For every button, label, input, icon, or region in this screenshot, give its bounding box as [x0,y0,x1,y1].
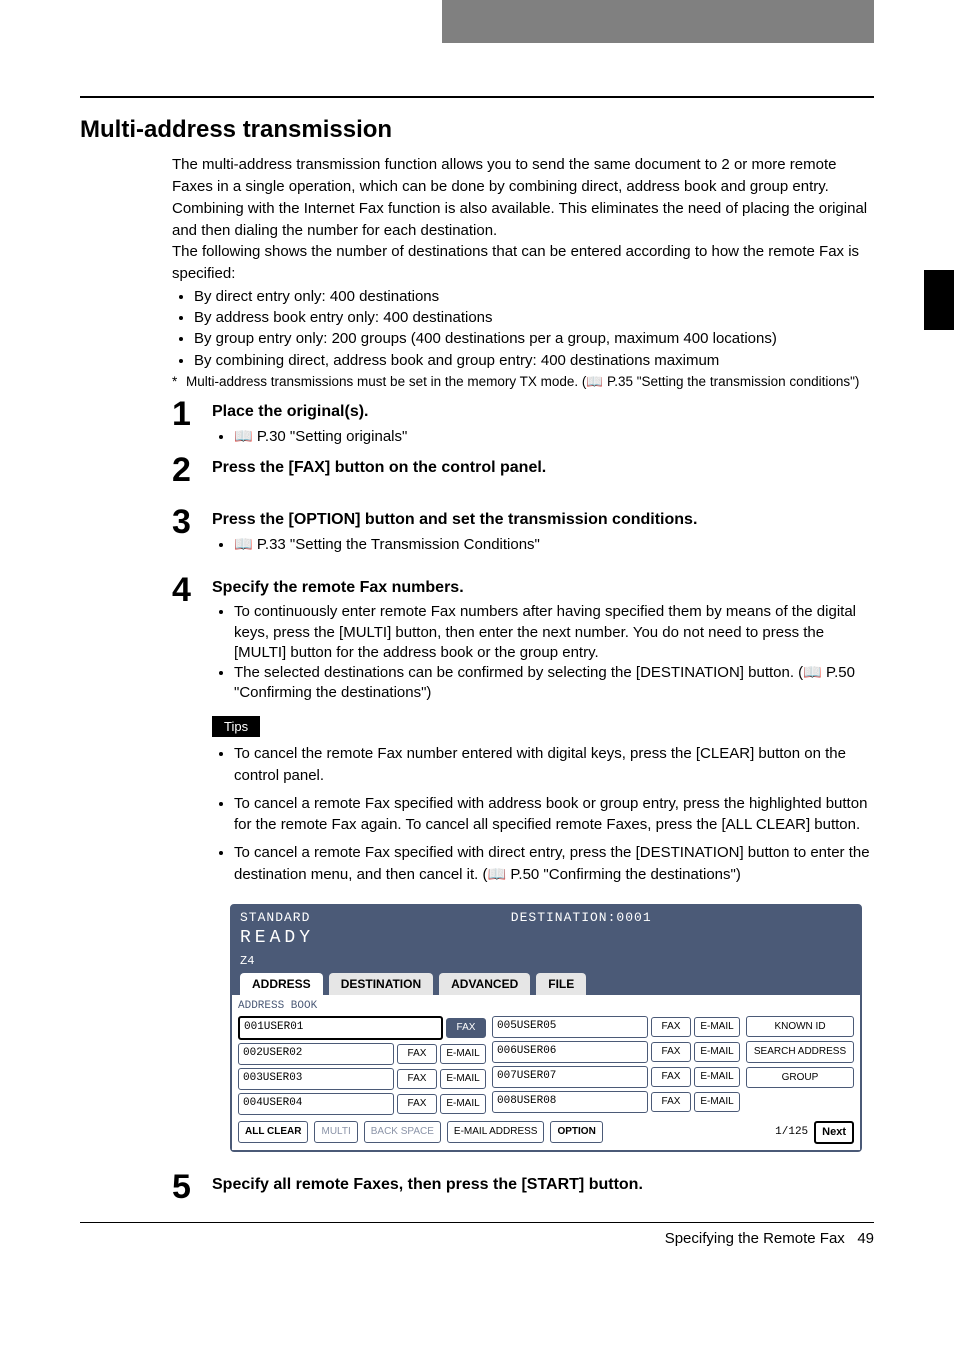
bullet-item: By group entry only: 200 groups (400 des… [194,329,874,349]
footer-rule [80,1222,874,1223]
intro-paragraph-2: The following shows the number of destin… [172,241,874,285]
intro-paragraph-1: The multi-address transmission function … [172,154,874,241]
email-chip[interactable]: E-MAIL [440,1069,486,1089]
intro-bullets: By direct entry only: 400 destinations B… [172,287,874,371]
destination-counter: DESTINATION:0001 [511,909,652,927]
page-title: Multi-address transmission [80,114,874,146]
multi-button[interactable]: MULTI [314,1121,357,1143]
fax-chip[interactable]: FAX [397,1094,437,1114]
tips-label: Tips [212,716,260,738]
known-id-button[interactable]: KNOWN ID [746,1016,854,1038]
fax-chip[interactable]: FAX [651,1067,691,1087]
step-1-item: 📖 P.30 "Setting originals" [234,427,874,447]
step-4-title: Specify the remote Fax numbers. [212,577,874,599]
step-3-item: 📖 P.33 "Setting the Transmission Conditi… [234,535,874,555]
address-book-label: ADDRESS BOOK [238,999,854,1014]
address-entry[interactable]: 003USER03 [238,1068,394,1090]
search-address-button[interactable]: SEARCH ADDRESS [746,1041,854,1063]
step-number-5: 5 [172,1170,212,1204]
step-2-title: Press the [FAX] button on the control pa… [212,457,874,479]
tip-item: To cancel a remote Fax specified with di… [234,842,874,886]
email-chip[interactable]: E-MAIL [694,1092,740,1112]
footnote-text: Multi-address transmissions must be set … [186,374,859,389]
bullet-item: By combining direct, address book and gr… [194,351,874,371]
step-1-title: Place the original(s). [212,401,874,423]
address-entry[interactable]: 002USER02 [238,1043,394,1065]
fax-chip[interactable]: FAX [397,1069,437,1089]
footnote: *Multi-address transmissions must be set… [172,373,874,391]
back-space-button[interactable]: BACK SPACE [364,1121,441,1143]
footer-section: Specifying the Remote Fax [665,1230,845,1247]
step-4-item: To continuously enter remote Fax numbers… [234,602,874,663]
address-entry[interactable]: 008USER08 [492,1091,648,1113]
asterisk-icon: * [172,373,186,391]
tip-item: To cancel a remote Fax specified with ad… [234,793,874,837]
black-index-tab [924,270,954,330]
address-entry[interactable]: 004USER04 [238,1093,394,1115]
step-number-4: 4 [172,573,212,704]
status-standard: STANDARD [240,909,310,927]
address-entry[interactable]: 007USER07 [492,1066,648,1088]
fax-chip[interactable]: FAX [651,1042,691,1062]
fax-chip[interactable]: FAX [651,1017,691,1037]
step-5-title: Specify all remote Faxes, then press the… [212,1174,874,1196]
step-number-1: 1 [172,397,212,447]
fax-chip[interactable]: FAX [397,1044,437,1064]
page-indicator: 1/125 [775,1125,808,1140]
address-entry[interactable]: 001USER01 [238,1016,443,1040]
tips-list: To cancel the remote Fax number entered … [212,743,874,886]
tab-file[interactable]: FILE [536,973,586,995]
step-3-title: Press the [OPTION] button and set the tr… [212,509,874,531]
address-entry[interactable]: 006USER06 [492,1041,648,1063]
footer-page-number: 49 [857,1230,874,1247]
address-entry[interactable]: 005USER05 [492,1016,648,1038]
top-rule [80,96,874,98]
tab-address[interactable]: ADDRESS [240,973,323,995]
email-chip[interactable]: E-MAIL [440,1044,486,1064]
email-chip[interactable]: E-MAIL [694,1042,740,1062]
next-button[interactable]: Next [814,1121,854,1144]
email-chip[interactable]: E-MAIL [694,1067,740,1087]
email-chip[interactable]: E-MAIL [440,1094,486,1114]
tab-destination[interactable]: DESTINATION [329,973,433,995]
bullet-item: By address book entry only: 400 destinat… [194,308,874,328]
footer: Specifying the Remote Fax 49 [80,1229,874,1249]
fax-chip[interactable]: FAX [446,1018,486,1038]
option-button[interactable]: OPTION [550,1121,602,1143]
status-ready: READY [232,926,860,952]
top-dark-band [442,0,874,43]
tab-advanced[interactable]: ADVANCED [439,973,530,995]
step-number-2: 2 [172,453,212,487]
email-chip[interactable]: E-MAIL [694,1017,740,1037]
step-4-item: The selected destinations can be confirm… [234,663,874,704]
tip-item: To cancel the remote Fax number entered … [234,743,874,787]
email-address-button[interactable]: E-MAIL ADDRESS [447,1121,545,1143]
fax-chip[interactable]: FAX [651,1092,691,1112]
step-number-3: 3 [172,505,212,555]
status-z4: Z4 [232,953,860,973]
all-clear-button[interactable]: ALL CLEAR [238,1121,308,1143]
group-button[interactable]: GROUP [746,1067,854,1089]
bullet-item: By direct entry only: 400 destinations [194,287,874,307]
fax-ui-screenshot: STANDARD DESTINATION:0001 READY Z4 ADDRE… [230,904,862,1152]
